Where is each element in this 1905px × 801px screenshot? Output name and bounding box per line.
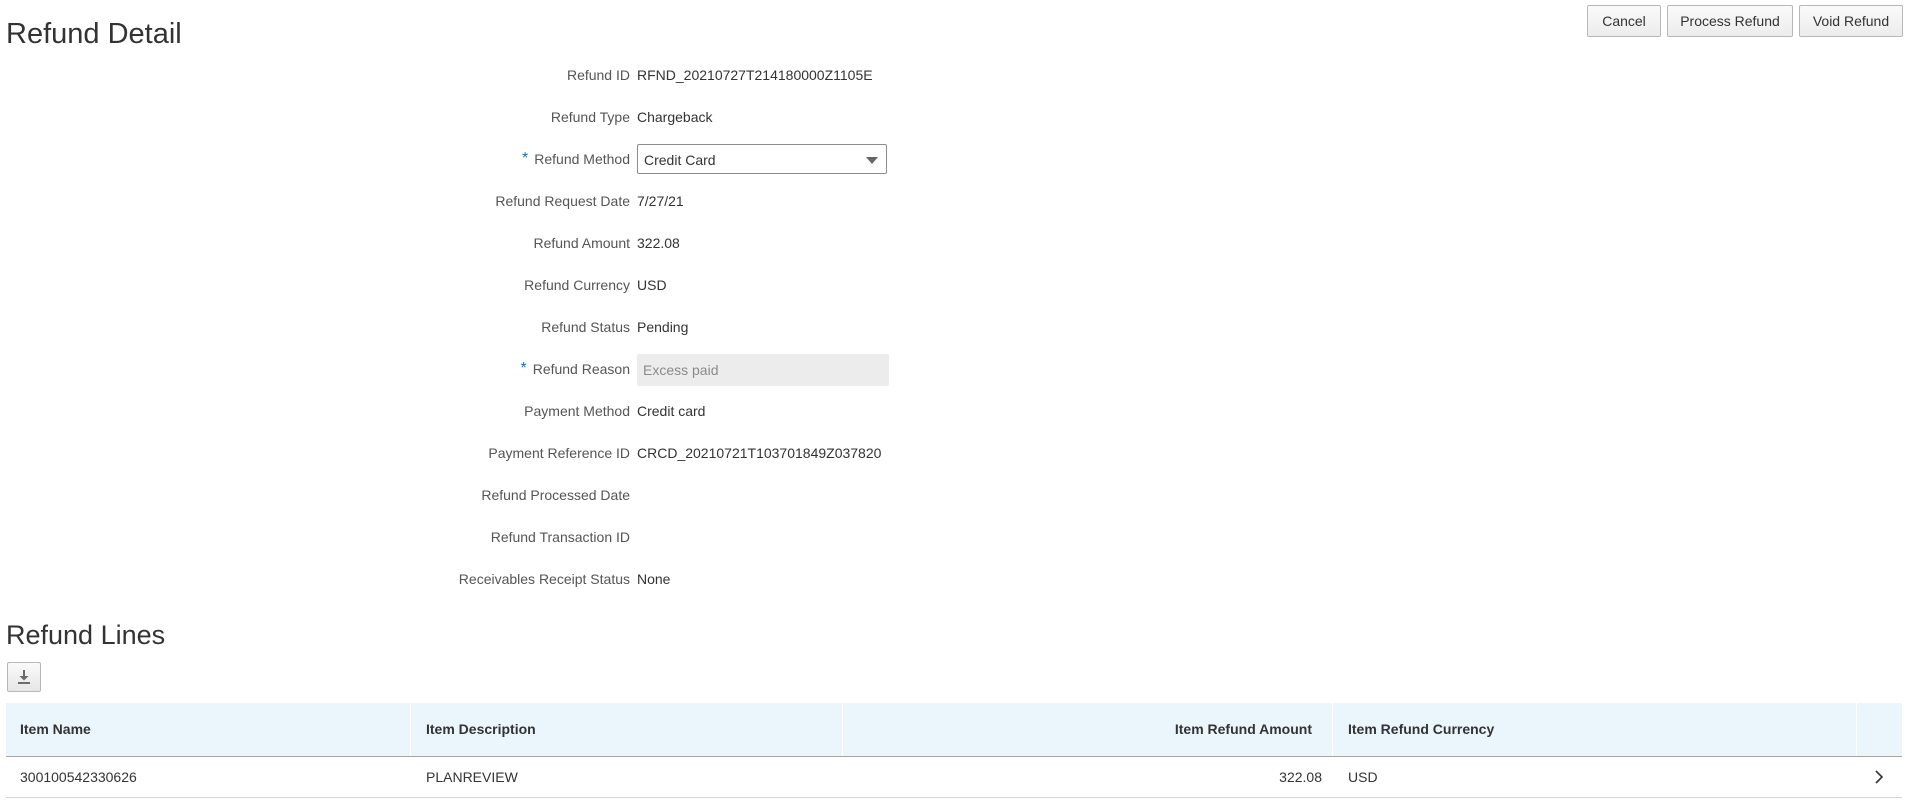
column-header-item-refund-currency[interactable]: Item Refund Currency [1348, 721, 1494, 737]
field-payment-reference-id: Payment Reference ID CRCD_20210721T10370… [0, 434, 1000, 476]
refund-form: Refund ID RFND_20210727T214180000Z1105E … [0, 56, 1000, 602]
column-header-item-description[interactable]: Item Description [426, 721, 536, 737]
cell-item-description: PLANREVIEW [426, 769, 518, 785]
payment-method-value: Credit card [637, 403, 706, 419]
table-row[interactable]: 300100542330626 PLANREVIEW 322.08 USD [6, 757, 1902, 798]
refund-id-value: RFND_20210727T214180000Z1105E [637, 67, 873, 83]
field-refund-transaction-id: Refund Transaction ID [0, 518, 1000, 560]
field-refund-request-date: Refund Request Date 7/27/21 [0, 182, 1000, 224]
refund-type-value: Chargeback [637, 109, 713, 125]
refund-transaction-id-label: Refund Transaction ID [490, 529, 630, 545]
column-divider [1332, 703, 1333, 756]
refund-request-date-label: Refund Request Date [495, 193, 630, 209]
cell-item-refund-currency: USD [1348, 769, 1378, 785]
field-refund-processed-date: Refund Processed Date [0, 476, 1000, 518]
required-marker: * [520, 360, 527, 377]
refund-method-selected: Credit Card [644, 152, 716, 168]
refund-lines-table: Item Name Item Description Item Refund A… [6, 703, 1902, 798]
table-header: Item Name Item Description Item Refund A… [6, 703, 1902, 757]
caret-down-icon [866, 157, 878, 164]
field-refund-method: * Refund Method Credit Card [0, 140, 1000, 182]
refund-status-label: Refund Status [541, 319, 630, 335]
refund-processed-date-label: Refund Processed Date [481, 487, 630, 503]
field-refund-reason: * Refund Reason [0, 350, 1000, 392]
refund-currency-label: Refund Currency [524, 277, 630, 293]
cell-item-refund-amount: 322.08 [1279, 769, 1322, 785]
column-header-item-refund-amount[interactable]: Item Refund Amount [1175, 721, 1312, 737]
refund-method-select[interactable]: Credit Card [637, 144, 887, 174]
required-marker: * [522, 150, 529, 167]
field-refund-type: Refund Type Chargeback [0, 98, 1000, 140]
refund-method-label-group: * Refund Method [522, 150, 630, 169]
field-payment-method: Payment Method Credit card [0, 392, 1000, 434]
cancel-button[interactable]: Cancel [1587, 5, 1661, 37]
refund-method-label: Refund Method [534, 151, 630, 167]
column-divider [410, 703, 411, 756]
refund-lines-title: Refund Lines [6, 620, 166, 650]
column-header-item-name[interactable]: Item Name [20, 721, 91, 737]
refund-id-label: Refund ID [566, 67, 630, 83]
payment-reference-id-value: CRCD_20210721T103701849Z037820 [637, 445, 882, 461]
payment-reference-id-label: Payment Reference ID [488, 445, 630, 461]
field-refund-currency: Refund Currency USD [0, 266, 1000, 308]
process-refund-button[interactable]: Process Refund [1667, 5, 1793, 37]
field-refund-amount: Refund Amount 322.08 [0, 224, 1000, 266]
refund-currency-value: USD [637, 277, 667, 293]
refund-status-value: Pending [637, 319, 689, 335]
page-title: Refund Detail [6, 18, 182, 50]
refund-reason-input[interactable] [637, 354, 889, 386]
refund-detail-page: Refund Detail Cancel Process Refund Void… [0, 0, 1905, 801]
refund-amount-label: Refund Amount [533, 235, 630, 251]
download-icon [18, 670, 30, 684]
refund-reason-label: Refund Reason [532, 361, 630, 377]
column-divider [842, 703, 843, 756]
receivables-receipt-status-label: Receivables Receipt Status [458, 571, 630, 587]
void-refund-button[interactable]: Void Refund [1799, 5, 1903, 37]
toolbar: Cancel Process Refund Void Refund [1587, 5, 1903, 37]
refund-reason-label-group: * Refund Reason [520, 360, 630, 379]
receivables-receipt-status-value: None [637, 571, 671, 587]
field-refund-status: Refund Status Pending [0, 308, 1000, 350]
field-receivables-receipt-status: Receivables Receipt Status None [0, 560, 1000, 602]
field-refund-id: Refund ID RFND_20210727T214180000Z1105E [0, 56, 1000, 98]
refund-amount-value: 322.08 [637, 235, 680, 251]
export-button[interactable] [7, 662, 41, 692]
column-divider [1856, 703, 1857, 756]
refund-type-label: Refund Type [550, 109, 630, 125]
cell-item-name: 300100542330626 [20, 769, 137, 785]
refund-request-date-value: 7/27/21 [637, 193, 684, 209]
payment-method-label: Payment Method [524, 403, 630, 419]
chevron-right-icon[interactable] [1874, 769, 1884, 785]
